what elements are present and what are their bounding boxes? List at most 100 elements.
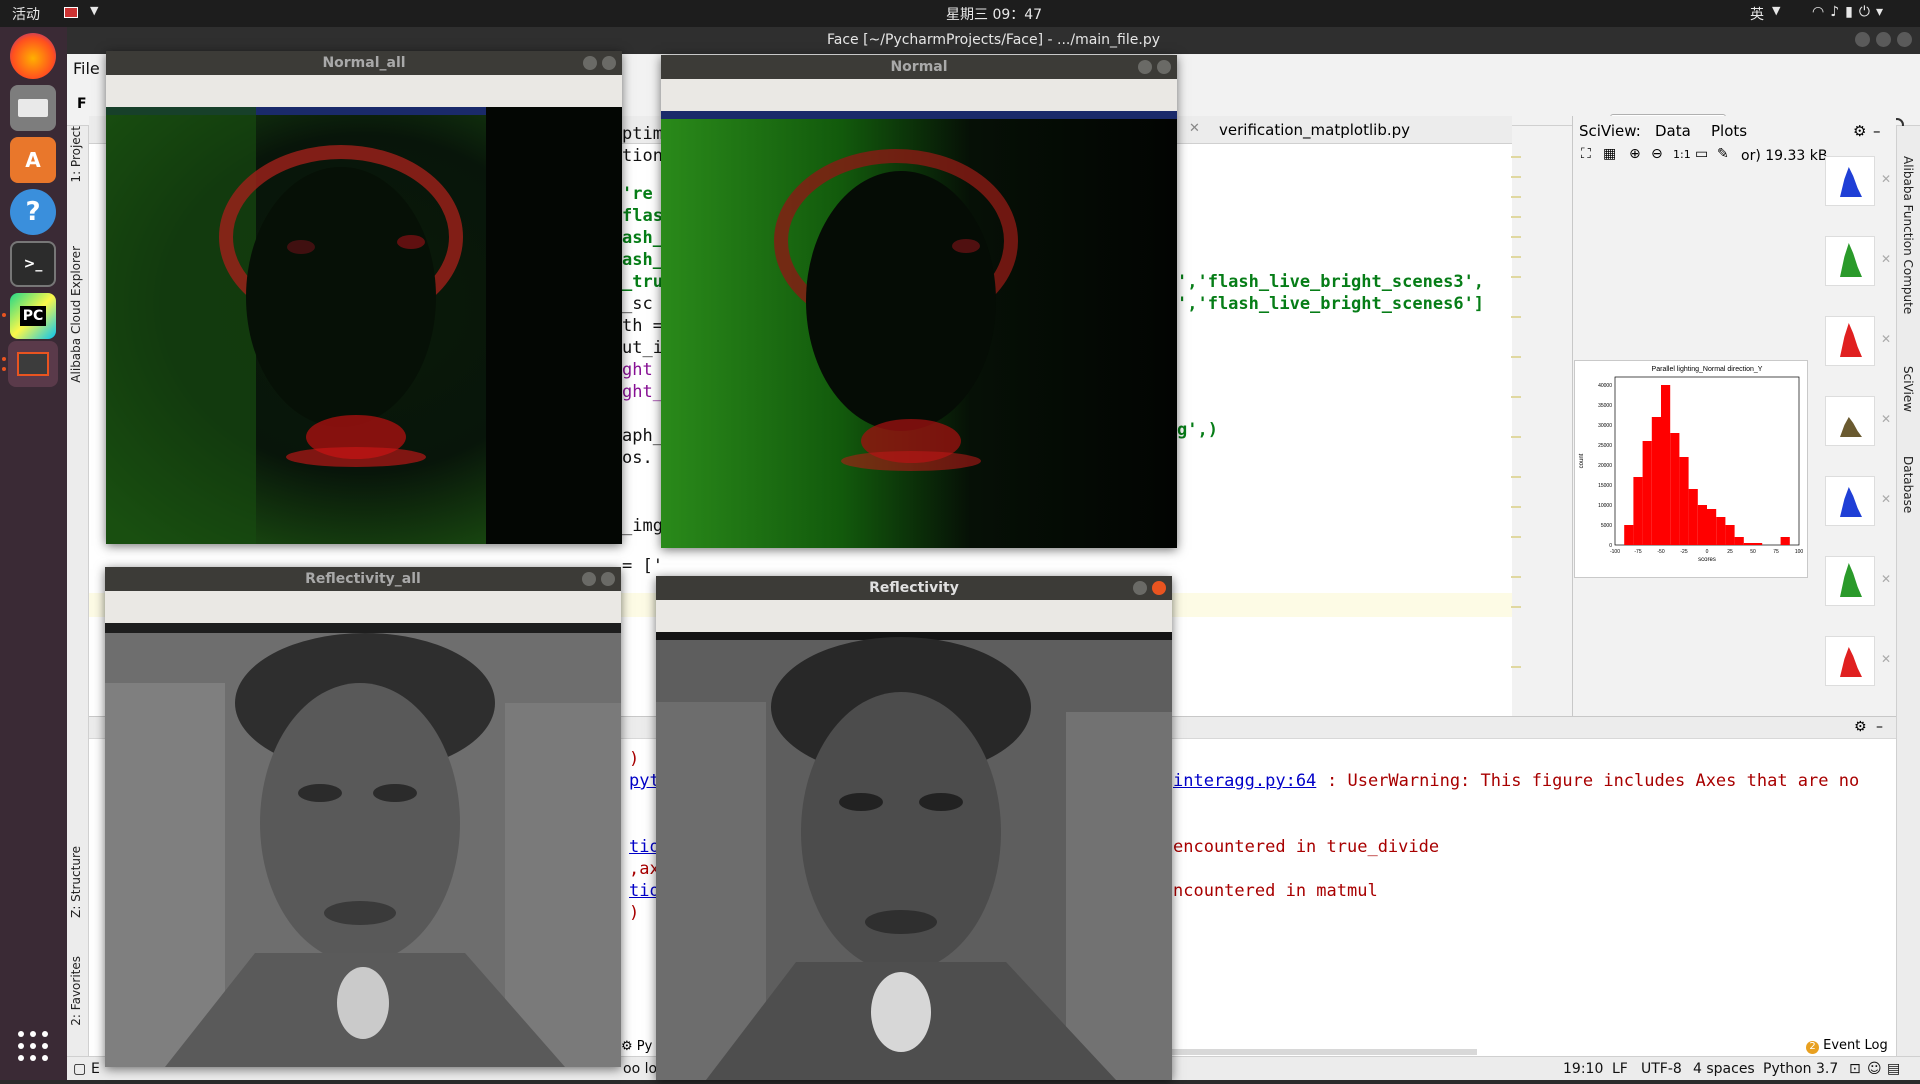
gear-icon[interactable]: ⚙ bbox=[1854, 719, 1867, 735]
files-icon[interactable] bbox=[10, 85, 56, 131]
eyedropper-icon[interactable]: ✎ bbox=[1717, 146, 1729, 162]
window-normal-all[interactable]: Normal_all bbox=[106, 51, 622, 544]
active-indicator bbox=[2, 367, 6, 371]
plot-thumbnail[interactable] bbox=[1825, 316, 1875, 366]
minimize-icon[interactable] bbox=[1138, 60, 1152, 74]
histogram-plot[interactable]: Parallel lighting_Normal direction_Y -100… bbox=[1574, 360, 1808, 578]
plot-thumbnail[interactable] bbox=[1825, 476, 1875, 526]
system-status-icons[interactable]: ◠♪▮⏻▾ bbox=[1812, 4, 1889, 20]
maximize-icon[interactable] bbox=[1876, 32, 1891, 47]
thumbnail-shape bbox=[1840, 167, 1862, 197]
normal-map-image[interactable] bbox=[106, 107, 622, 544]
reflectivity-image[interactable] bbox=[656, 632, 1172, 1080]
normal-map-image[interactable] bbox=[661, 111, 1177, 548]
close-icon[interactable] bbox=[1157, 60, 1171, 74]
minimize-icon[interactable] bbox=[582, 572, 596, 586]
python-interpreter[interactable]: Python 3.7 bbox=[1763, 1061, 1838, 1077]
pycharm-icon[interactable]: PC bbox=[10, 293, 56, 339]
panel-toggle-icon[interactable]: ▢ bbox=[73, 1061, 86, 1077]
app-grid-icon[interactable] bbox=[18, 1031, 48, 1061]
minimize-panel-icon[interactable]: – bbox=[1876, 719, 1883, 735]
close-icon[interactable] bbox=[1152, 581, 1166, 595]
sciview-panel: SciView: Data Plots ⚙ – ⛶ ▦ ⊕ ⊖ 1:1 ▭ ✎ … bbox=[1572, 116, 1896, 716]
terminal-icon[interactable]: >_ bbox=[10, 241, 56, 287]
close-thumbnail-icon[interactable]: ✕ bbox=[1881, 172, 1891, 186]
close-thumbnail-icon[interactable]: ✕ bbox=[1881, 492, 1891, 506]
frame-icon[interactable]: ▭ bbox=[1695, 146, 1708, 162]
tab-data[interactable]: Data bbox=[1655, 122, 1691, 140]
y-tick-label: 5000 bbox=[1601, 523, 1612, 529]
console-link[interactable]: interagg.py:64 bbox=[1173, 771, 1316, 791]
tab-plots[interactable]: Plots bbox=[1711, 122, 1747, 140]
code-line: g',) bbox=[1177, 420, 1218, 440]
close-thumbnail-icon[interactable]: ✕ bbox=[1881, 572, 1891, 586]
input-method-indicator[interactable]: 英 bbox=[1750, 4, 1764, 24]
close-icon[interactable] bbox=[601, 572, 615, 586]
tool-tab-alibaba-cloud-explorer[interactable]: Alibaba Cloud Explorer bbox=[69, 246, 83, 383]
minimize-icon[interactable] bbox=[583, 56, 597, 70]
lock-icon[interactable]: ⊡ bbox=[1849, 1061, 1861, 1077]
close-thumbnail-icon[interactable]: ✕ bbox=[1881, 652, 1891, 666]
flag-icon[interactable] bbox=[64, 7, 78, 18]
file-encoding[interactable]: UTF-8 bbox=[1641, 1061, 1682, 1077]
opencv-window-icon[interactable] bbox=[8, 341, 58, 387]
tool-tab-alibaba-function-compute[interactable]: Alibaba Function Compute bbox=[1901, 156, 1915, 314]
tool-tab-database[interactable]: Database bbox=[1901, 456, 1915, 513]
line-separator[interactable]: LF bbox=[1612, 1061, 1628, 1077]
zoom-out-icon[interactable]: ⊖ bbox=[1651, 146, 1663, 162]
window-reflectivity-all[interactable]: Reflectivity_all bbox=[105, 567, 621, 1067]
tool-tab-favorites[interactable]: 2: Favorites bbox=[69, 956, 83, 1026]
editor-tab[interactable]: verification_matplotlib.py bbox=[1219, 121, 1410, 139]
plot-thumbnail[interactable] bbox=[1825, 636, 1875, 686]
run-tab[interactable]: ⚙ Py bbox=[621, 1039, 652, 1054]
chevron-down-icon[interactable]: ▼ bbox=[90, 4, 98, 17]
y-tick-label: 15000 bbox=[1598, 483, 1612, 489]
breadcrumb[interactable]: F bbox=[77, 96, 87, 112]
window-title: Normal_all bbox=[322, 55, 406, 71]
tool-tab-project[interactable]: 1: Project bbox=[69, 126, 83, 183]
zoom-in-icon[interactable]: ⊕ bbox=[1629, 146, 1641, 162]
window-reflectivity[interactable]: Reflectivity bbox=[656, 576, 1172, 1080]
window-title: Reflectivity bbox=[869, 580, 959, 596]
chevron-down-icon[interactable]: ▼ bbox=[1772, 4, 1780, 17]
firefox-icon[interactable] bbox=[10, 33, 56, 79]
indent-setting[interactable]: 4 spaces bbox=[1693, 1061, 1755, 1077]
close-tab-icon[interactable]: ✕ bbox=[1189, 121, 1200, 136]
menu-file[interactable]: File bbox=[73, 59, 100, 78]
event-log-button[interactable]: 2 Event Log bbox=[1806, 1038, 1888, 1054]
inspector-icon[interactable]: ☺ bbox=[1867, 1061, 1882, 1077]
caret-position[interactable]: 19:10 bbox=[1563, 1061, 1603, 1077]
memory-icon[interactable]: ▤ bbox=[1887, 1061, 1900, 1077]
minimize-icon[interactable] bbox=[1133, 581, 1147, 595]
tool-tab-sciview[interactable]: SciView bbox=[1901, 366, 1915, 412]
plot-thumbnail[interactable] bbox=[1825, 556, 1875, 606]
reflectivity-image[interactable] bbox=[105, 623, 621, 1067]
window-title-bar[interactable]: Normal_all bbox=[106, 51, 622, 75]
actual-size-button[interactable]: 1:1 bbox=[1673, 148, 1691, 161]
horizontal-scrollbar[interactable] bbox=[1152, 1049, 1477, 1055]
close-thumbnail-icon[interactable]: ✕ bbox=[1881, 252, 1891, 266]
plot-thumbnail[interactable] bbox=[1825, 396, 1875, 446]
close-thumbnail-icon[interactable]: ✕ bbox=[1881, 332, 1891, 346]
window-title-bar[interactable]: Face [~/PycharmProjects/Face] - .../main… bbox=[67, 27, 1920, 54]
minimize-panel-icon[interactable]: – bbox=[1873, 122, 1881, 140]
window-title-bar[interactable]: Reflectivity_all bbox=[105, 567, 621, 591]
close-icon[interactable] bbox=[602, 56, 616, 70]
activities-button[interactable]: 活动 bbox=[12, 4, 40, 24]
fit-icon[interactable]: ⛶ bbox=[1581, 146, 1591, 162]
minimize-icon[interactable] bbox=[1855, 32, 1870, 47]
gear-icon[interactable]: ⚙ bbox=[1853, 122, 1866, 140]
window-title-bar[interactable]: Reflectivity bbox=[656, 576, 1172, 600]
close-icon[interactable] bbox=[1897, 32, 1912, 47]
thumbnail-shape bbox=[1840, 647, 1862, 677]
tool-tab-structure[interactable]: Z: Structure bbox=[69, 846, 83, 918]
clock[interactable]: 星期三 09：47 bbox=[946, 4, 1042, 24]
close-thumbnail-icon[interactable]: ✕ bbox=[1881, 412, 1891, 426]
software-center-icon[interactable]: A bbox=[10, 137, 56, 183]
plot-thumbnail[interactable] bbox=[1825, 236, 1875, 286]
window-title-bar[interactable]: Normal bbox=[661, 55, 1177, 79]
plot-thumbnail[interactable] bbox=[1825, 156, 1875, 206]
window-normal[interactable]: Normal bbox=[661, 55, 1177, 548]
grid-icon[interactable]: ▦ bbox=[1603, 146, 1616, 162]
help-icon[interactable]: ? bbox=[10, 189, 56, 235]
